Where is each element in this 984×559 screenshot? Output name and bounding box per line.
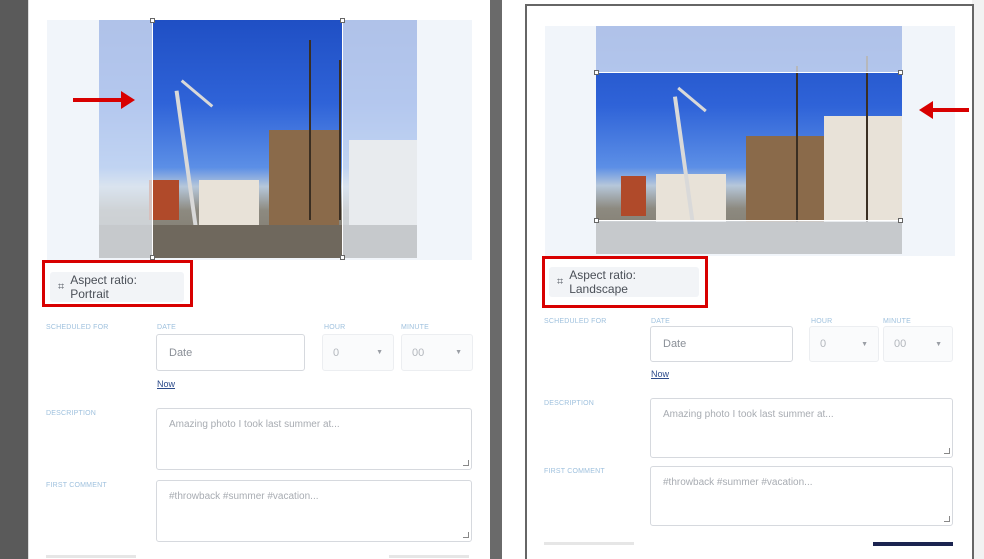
resize-handle-icon[interactable] [463, 460, 469, 466]
hour-select[interactable]: 0 ▼ [809, 326, 879, 362]
minute-select[interactable]: 00 ▼ [401, 334, 473, 371]
date-label: DATE [157, 324, 176, 331]
footer-button-edge[interactable] [873, 542, 953, 546]
description-label: DESCRIPTION [46, 410, 97, 417]
chevron-down-icon: ▼ [861, 340, 868, 348]
chevron-down-icon: ▼ [376, 349, 383, 356]
first-comment-label: FIRST COMMENT [46, 482, 107, 489]
annotation-highlight-box [542, 256, 708, 308]
resize-handle-icon[interactable] [463, 532, 469, 538]
resize-handle-icon[interactable] [944, 516, 950, 522]
annotation-highlight-box [42, 260, 193, 307]
footer-button-edge[interactable] [544, 542, 634, 545]
minute-value: 00 [412, 346, 425, 359]
description-textarea[interactable]: Amazing photo I took last summer at... [650, 398, 953, 458]
annotation-arrow-right [73, 91, 135, 109]
date-placeholder: Date [169, 346, 193, 359]
date-placeholder: Date [663, 338, 687, 350]
photo-preview [99, 20, 417, 258]
scheduled-for-label: SCHEDULED FOR [544, 318, 607, 325]
first-comment-textarea[interactable]: #throwback #summer #vacation... [650, 466, 953, 526]
first-comment-textarea[interactable]: #throwback #summer #vacation... [156, 480, 472, 542]
minute-value: 00 [894, 338, 907, 350]
chevron-down-icon: ▼ [455, 349, 462, 356]
minute-label: MINUTE [401, 324, 430, 331]
post-editor-portrait: ⌗ Aspect ratio: Portrait SCHEDULED FOR D… [28, 0, 490, 559]
hour-value: 0 [333, 346, 340, 359]
hour-value: 0 [820, 338, 827, 350]
crop-handle[interactable] [594, 70, 599, 75]
description-label: DESCRIPTION [544, 400, 595, 407]
hour-label: HOUR [811, 318, 833, 325]
crop-handle[interactable] [898, 218, 903, 223]
crop-handle[interactable] [340, 255, 345, 260]
description-placeholder: Amazing photo I took last summer at... [169, 419, 340, 430]
date-label: DATE [651, 318, 670, 325]
description-textarea[interactable]: Amazing photo I took last summer at... [156, 408, 472, 470]
annotation-arrow-left [919, 101, 969, 119]
first-comment-placeholder: #throwback #summer #vacation... [663, 477, 813, 488]
post-editor-landscape: ⌗ Aspect ratio: Landscape SCHEDULED FOR … [525, 4, 974, 559]
date-field[interactable]: Date [650, 326, 793, 362]
footer-button-edge[interactable] [46, 555, 136, 558]
date-field[interactable]: Date [156, 334, 305, 371]
background-overlay [488, 0, 502, 559]
first-comment-placeholder: #throwback #summer #vacation... [169, 491, 319, 502]
resize-handle-icon[interactable] [944, 448, 950, 454]
scheduled-for-label: SCHEDULED FOR [46, 324, 109, 331]
footer-button-edge[interactable] [389, 555, 469, 558]
first-comment-label: FIRST COMMENT [544, 468, 605, 475]
description-placeholder: Amazing photo I took last summer at... [663, 409, 834, 420]
minute-label: MINUTE [883, 318, 912, 325]
hour-select[interactable]: 0 ▼ [322, 334, 394, 371]
crop-handle[interactable] [150, 18, 155, 23]
chevron-down-icon: ▼ [935, 340, 942, 348]
now-link[interactable]: Now [157, 379, 175, 389]
crop-handle[interactable] [340, 18, 345, 23]
hour-label: HOUR [324, 324, 346, 331]
crop-handle[interactable] [594, 218, 599, 223]
crop-handle[interactable] [898, 70, 903, 75]
background-overlay [0, 0, 30, 559]
now-link[interactable]: Now [651, 369, 669, 379]
minute-select[interactable]: 00 ▼ [883, 326, 953, 362]
